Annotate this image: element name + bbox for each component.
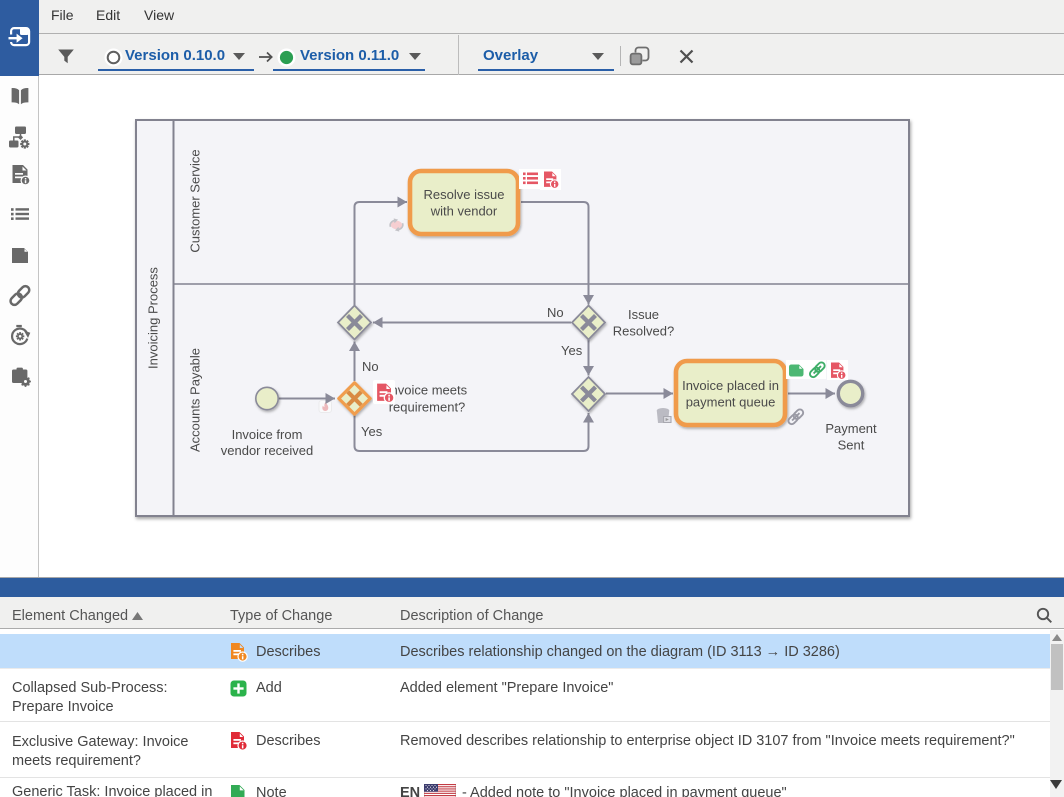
svg-text:No: No [547,305,564,320]
svg-text:Invoicing Process: Invoicing Process [145,267,160,369]
svg-text:Sent: Sent [838,438,865,453]
svg-text:vendor received: vendor received [221,443,314,458]
svg-text:Invoice from: Invoice from [232,427,303,442]
svg-text:Yes: Yes [361,424,383,439]
svg-text:Accounts Payable: Accounts Payable [187,348,202,452]
svg-text:Resolved?: Resolved? [613,324,674,339]
svg-text:payment queue: payment queue [686,395,776,410]
svg-text:requirement?: requirement? [389,400,466,415]
svg-text:Customer Service: Customer Service [187,149,202,252]
svg-text:Yes: Yes [561,343,583,358]
svg-text:Issue: Issue [628,307,659,322]
svg-text:Payment: Payment [825,421,877,436]
svg-text:No: No [362,359,379,374]
svg-text:with vendor: with vendor [430,204,498,219]
svg-text:Resolve issue: Resolve issue [424,187,505,202]
svg-text:Invoice meets: Invoice meets [387,383,468,398]
svg-text:Invoice placed in: Invoice placed in [682,378,779,393]
